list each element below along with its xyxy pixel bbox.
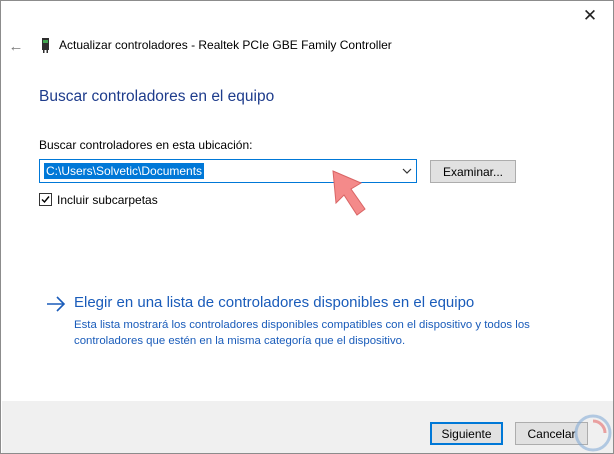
dialog-title: Actualizar controladores - Realtek PCIe … bbox=[59, 38, 392, 52]
back-button[interactable]: ← bbox=[5, 35, 27, 57]
page-heading: Buscar controladores en el equipo bbox=[39, 88, 275, 105]
right-arrow-icon[interactable] bbox=[45, 295, 67, 313]
update-drivers-dialog: ✕ ← Actualizar controladores - Realtek P… bbox=[0, 0, 614, 454]
include-subfolders-label[interactable]: Incluir subcarpetas bbox=[57, 193, 158, 207]
next-button[interactable]: Siguiente bbox=[430, 422, 503, 445]
pick-from-list-link[interactable]: Elegir en una lista de controladores dis… bbox=[74, 294, 474, 311]
path-input-value[interactable]: C:\Users\Solvetic\Documents bbox=[44, 163, 205, 179]
chevron-down-icon[interactable] bbox=[398, 160, 416, 182]
pick-from-list-description[interactable]: Esta lista mostrará los controladores di… bbox=[74, 317, 574, 349]
browse-button[interactable]: Examinar... bbox=[430, 160, 516, 183]
close-icon: ✕ bbox=[582, 6, 598, 25]
network-adapter-icon bbox=[42, 38, 49, 53]
logo-watermark-icon bbox=[574, 414, 612, 452]
checkmark-icon bbox=[41, 196, 50, 204]
back-arrow-icon: ← bbox=[8, 37, 24, 55]
close-button[interactable]: ✕ bbox=[567, 1, 613, 31]
red-arrow-annotation-icon bbox=[332, 170, 366, 216]
location-label: Buscar controladores en esta ubicación: bbox=[39, 138, 253, 152]
include-subfolders-checkbox[interactable] bbox=[39, 193, 52, 206]
